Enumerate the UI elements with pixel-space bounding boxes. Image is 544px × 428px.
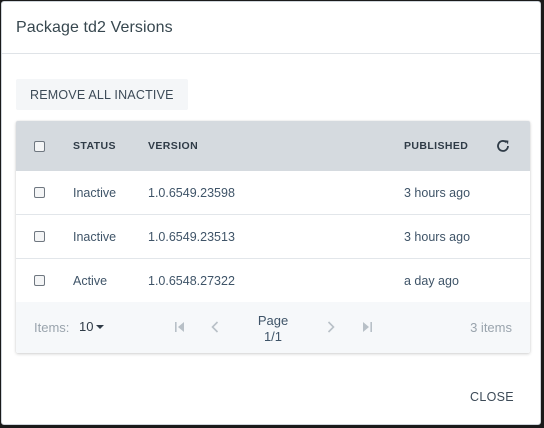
versions-grid: STATUS VERSION PUBLISHED Inactive 1.0.65… [16, 121, 530, 353]
version-cell: 1.0.6548.27322 [148, 273, 235, 288]
close-button[interactable]: CLOSE [460, 387, 524, 407]
table-row: Inactive 1.0.6549.23598 3 hours ago [16, 171, 530, 215]
table-row: Inactive 1.0.6549.23513 3 hours ago [16, 215, 530, 259]
column-header-status[interactable]: STATUS [73, 121, 116, 171]
items-per-page-label: Items: [34, 320, 70, 335]
row-checkbox[interactable] [34, 231, 45, 242]
refresh-icon[interactable] [495, 121, 511, 171]
row-checkbox[interactable] [34, 187, 45, 198]
chevron-down-icon [96, 324, 105, 329]
next-page-icon[interactable] [323, 319, 339, 335]
pager: Items: 10 Page 1/1 3 items [16, 302, 530, 353]
version-cell: 1.0.6549.23513 [148, 229, 235, 244]
published-cell: 3 hours ago [404, 229, 471, 244]
published-cell: a day ago [404, 273, 459, 288]
row-checkbox-cell [34, 171, 45, 214]
grid-header: STATUS VERSION PUBLISHED [16, 121, 530, 171]
table-row: Active 1.0.6548.27322 a day ago [16, 259, 530, 303]
last-page-icon[interactable] [359, 319, 375, 335]
row-checkbox[interactable] [34, 275, 45, 286]
header-checkbox-cell [34, 121, 45, 171]
versions-dialog: Package td2 Versions REMOVE ALL INACTIVE… [1, 1, 541, 425]
prev-page-icon[interactable] [207, 319, 223, 335]
page-value: 1/1 [263, 329, 283, 344]
row-checkbox-cell [34, 215, 45, 258]
status-cell: Inactive [73, 229, 117, 244]
page-size-select[interactable]: 10 [79, 319, 105, 334]
row-checkbox-cell [34, 259, 45, 302]
column-header-published[interactable]: PUBLISHED [404, 121, 468, 171]
first-page-icon[interactable] [172, 319, 188, 335]
items-count: 3 items [470, 320, 512, 335]
column-header-version[interactable]: VERSION [148, 121, 198, 171]
remove-all-inactive-button[interactable]: REMOVE ALL INACTIVE [16, 79, 188, 110]
page-label: Page [257, 313, 289, 328]
published-cell: 3 hours ago [404, 185, 471, 200]
dialog-title: Package td2 Versions [16, 18, 173, 36]
select-all-checkbox[interactable] [34, 140, 45, 152]
status-cell: Active [73, 273, 108, 288]
page-size-value: 10 [79, 319, 94, 334]
version-cell: 1.0.6549.23598 [148, 185, 235, 200]
status-cell: Inactive [73, 185, 117, 200]
dialog-header: Package td2 Versions [2, 2, 540, 54]
page-indicator: Page 1/1 [254, 313, 292, 345]
